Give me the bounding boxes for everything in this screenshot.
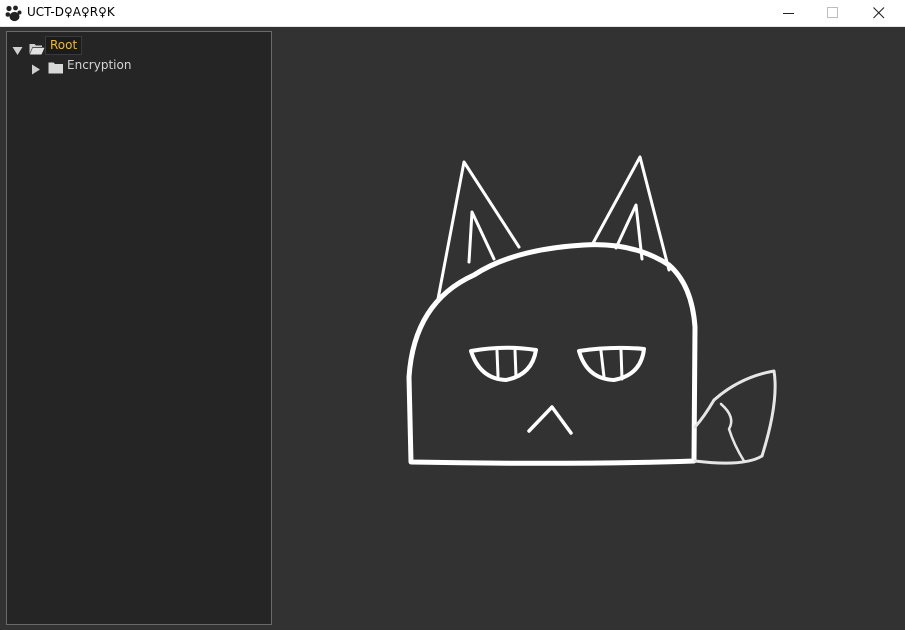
app-window: UCT-D♀A♀R♀K Root Encryption	[0, 0, 905, 630]
folder-icon	[48, 59, 64, 78]
close-icon	[873, 7, 885, 19]
minimize-icon	[783, 13, 794, 14]
tree-item-encryption[interactable]: Encryption	[7, 56, 271, 75]
tree-item-label-root[interactable]: Root	[45, 36, 83, 55]
canvas-area	[274, 27, 905, 630]
minimize-button[interactable]	[766, 0, 812, 26]
title-bar[interactable]: UCT-D♀A♀R♀K	[0, 0, 905, 27]
tree-item-label-encryption[interactable]: Encryption	[67, 56, 131, 74]
tree-view[interactable]: Root Encryption	[6, 31, 272, 625]
window-title: UCT-D♀A♀R♀K	[27, 5, 115, 19]
collapsed-arrow-icon[interactable]	[31, 60, 41, 79]
maximize-button[interactable]	[810, 0, 856, 26]
tree-item-root[interactable]: Root	[7, 36, 271, 55]
maximize-icon	[827, 7, 838, 18]
close-button[interactable]	[856, 0, 902, 26]
paw-icon	[5, 5, 22, 22]
main-area: Root Encryption	[0, 27, 905, 630]
cat-drawing-icon	[406, 155, 777, 466]
